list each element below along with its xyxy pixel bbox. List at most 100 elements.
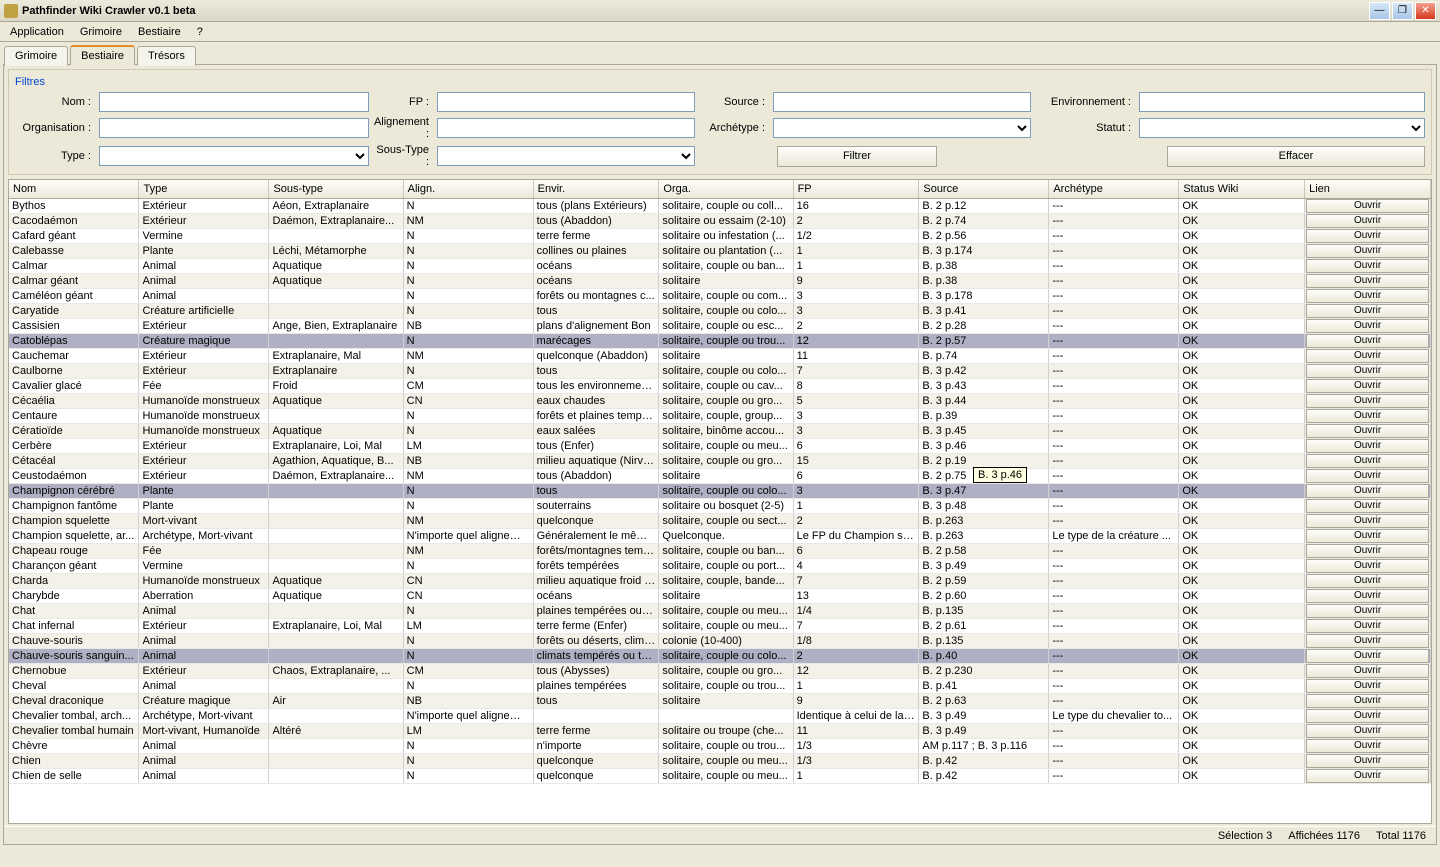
menu-help[interactable]: ? xyxy=(189,24,211,40)
table-row[interactable]: Chat infernalExtérieurExtraplanaire, Loi… xyxy=(9,618,1431,633)
ouvrir-button[interactable]: Ouvrir xyxy=(1306,454,1428,468)
ouvrir-button[interactable]: Ouvrir xyxy=(1306,574,1428,588)
ouvrir-button[interactable]: Ouvrir xyxy=(1306,499,1428,513)
table-row[interactable]: ChatAnimalNplaines tempérées ou c...soli… xyxy=(9,603,1431,618)
ouvrir-button[interactable]: Ouvrir xyxy=(1306,394,1428,408)
ouvrir-button[interactable]: Ouvrir xyxy=(1306,349,1428,363)
ouvrir-button[interactable]: Ouvrir xyxy=(1306,259,1428,273)
ouvrir-button[interactable]: Ouvrir xyxy=(1306,409,1428,423)
table-row[interactable]: Chauve-sourisAnimalNforêts ou déserts, c… xyxy=(9,633,1431,648)
menu-grimoire[interactable]: Grimoire xyxy=(72,24,130,40)
column-header[interactable]: Envir. xyxy=(533,180,659,198)
ouvrir-button[interactable]: Ouvrir xyxy=(1306,214,1428,228)
table-row[interactable]: ChernobueExtérieurChaos, Extraplanaire, … xyxy=(9,663,1431,678)
table-row[interactable]: CécaéliaHumanoïde monstrueuxAquatiqueCNe… xyxy=(9,393,1431,408)
ouvrir-button[interactable]: Ouvrir xyxy=(1306,424,1428,438)
env-input[interactable] xyxy=(1139,92,1425,112)
table-row[interactable]: CaryatideCréature artificielleNtoussolit… xyxy=(9,303,1431,318)
ouvrir-button[interactable]: Ouvrir xyxy=(1306,319,1428,333)
ouvrir-button[interactable]: Ouvrir xyxy=(1306,604,1428,618)
ouvrir-button[interactable]: Ouvrir xyxy=(1306,289,1428,303)
table-row[interactable]: Champignon fantômePlanteNsouterrainssoli… xyxy=(9,498,1431,513)
table-row[interactable]: Chien de selleAnimalNquelconquesolitaire… xyxy=(9,768,1431,783)
statut-select[interactable] xyxy=(1139,118,1425,138)
column-header[interactable]: Lien xyxy=(1305,180,1431,198)
tab-bestiaire[interactable]: Bestiaire xyxy=(70,45,135,65)
ouvrir-button[interactable]: Ouvrir xyxy=(1306,724,1428,738)
column-header[interactable]: Status Wiki xyxy=(1179,180,1305,198)
ouvrir-button[interactable]: Ouvrir xyxy=(1306,664,1428,678)
minimize-button[interactable]: — xyxy=(1369,2,1390,20)
filtrer-button[interactable]: Filtrer xyxy=(777,146,937,167)
ouvrir-button[interactable]: Ouvrir xyxy=(1306,649,1428,663)
org-input[interactable] xyxy=(99,118,369,138)
table-row[interactable]: Champignon cérébréPlanteNtoussolitaire, … xyxy=(9,483,1431,498)
table-row[interactable]: CaulborneExtérieurExtraplanaireNtoussoli… xyxy=(9,363,1431,378)
ouvrir-button[interactable]: Ouvrir xyxy=(1306,739,1428,753)
table-row[interactable]: Chevalier tombal, arch...Archétype, Mort… xyxy=(9,708,1431,723)
table-row[interactable]: CassisienExtérieurAnge, Bien, Extraplana… xyxy=(9,318,1431,333)
ouvrir-button[interactable]: Ouvrir xyxy=(1306,694,1428,708)
ouvrir-button[interactable]: Ouvrir xyxy=(1306,364,1428,378)
ouvrir-button[interactable]: Ouvrir xyxy=(1306,544,1428,558)
menu-bestiaire[interactable]: Bestiaire xyxy=(130,24,189,40)
menu-application[interactable]: Application xyxy=(2,24,72,40)
table-row[interactable]: Cafard géantVermineNterre fermesolitaire… xyxy=(9,228,1431,243)
column-header[interactable]: Orga. xyxy=(659,180,793,198)
table-row[interactable]: ChèvreAnimalNn'importesolitaire, couple … xyxy=(9,738,1431,753)
column-header[interactable]: Sous-type xyxy=(269,180,403,198)
ouvrir-button[interactable]: Ouvrir xyxy=(1306,634,1428,648)
table-row[interactable]: Cheval draconiqueCréature magiqueAirNBto… xyxy=(9,693,1431,708)
align-input[interactable] xyxy=(437,118,695,138)
ouvrir-button[interactable]: Ouvrir xyxy=(1306,304,1428,318)
table-row[interactable]: CauchemarExtérieurExtraplanaire, MalNMqu… xyxy=(9,348,1431,363)
ouvrir-button[interactable]: Ouvrir xyxy=(1306,334,1428,348)
column-header[interactable]: Source xyxy=(919,180,1049,198)
ouvrir-button[interactable]: Ouvrir xyxy=(1306,619,1428,633)
column-header[interactable]: Align. xyxy=(403,180,533,198)
tab-tresors[interactable]: Trésors xyxy=(137,46,196,66)
ouvrir-button[interactable]: Ouvrir xyxy=(1306,514,1428,528)
ouvrir-button[interactable]: Ouvrir xyxy=(1306,439,1428,453)
effacer-button[interactable]: Effacer xyxy=(1167,146,1425,167)
table-row[interactable]: ChienAnimalNquelconquesolitaire, couple … xyxy=(9,753,1431,768)
table-row[interactable]: Chauve-souris sanguin...AnimalNclimats t… xyxy=(9,648,1431,663)
table-row[interactable]: ChevalAnimalNplaines tempéréessolitaire,… xyxy=(9,678,1431,693)
ouvrir-button[interactable]: Ouvrir xyxy=(1306,274,1428,288)
table-row[interactable]: Cavalier glacéFéeFroidCMtous les environ… xyxy=(9,378,1431,393)
table-row[interactable]: Champion squeletteMort-vivantNMquelconqu… xyxy=(9,513,1431,528)
table-row[interactable]: ChardaHumanoïde monstrueuxAquatiqueCNmil… xyxy=(9,573,1431,588)
ouvrir-button[interactable]: Ouvrir xyxy=(1306,484,1428,498)
arch-select[interactable] xyxy=(773,118,1031,138)
table-row[interactable]: Caméléon géantAnimalNforêts ou montagnes… xyxy=(9,288,1431,303)
ouvrir-button[interactable]: Ouvrir xyxy=(1306,559,1428,573)
table-row[interactable]: CacodaémonExtérieurDaémon, Extraplanaire… xyxy=(9,213,1431,228)
table-row[interactable]: CentaureHumanoïde monstrueuxNforêts et p… xyxy=(9,408,1431,423)
maximize-button[interactable]: ❐ xyxy=(1392,2,1413,20)
table-row[interactable]: CalmarAnimalAquatiqueNocéanssolitaire, c… xyxy=(9,258,1431,273)
table-row[interactable]: Champion squelette, ar...Archétype, Mort… xyxy=(9,528,1431,543)
column-header[interactable]: Nom xyxy=(9,180,139,198)
table-row[interactable]: Charançon géantVermineNforêts tempéréess… xyxy=(9,558,1431,573)
ouvrir-button[interactable]: Ouvrir xyxy=(1306,379,1428,393)
column-header[interactable]: FP xyxy=(793,180,919,198)
table-row[interactable]: CératioïdeHumanoïde monstrueuxAquatiqueN… xyxy=(9,423,1431,438)
column-header[interactable]: Type xyxy=(139,180,269,198)
table-row[interactable]: CeustodaémonExtérieurDaémon, Extraplanai… xyxy=(9,468,1431,483)
table-row[interactable]: Calmar géantAnimalAquatiqueNocéanssolita… xyxy=(9,273,1431,288)
column-header[interactable]: Archétype xyxy=(1049,180,1179,198)
close-button[interactable]: ✕ xyxy=(1415,2,1436,20)
ouvrir-button[interactable]: Ouvrir xyxy=(1306,679,1428,693)
table-row[interactable]: CalebassePlanteLéchi, MétamorpheNcolline… xyxy=(9,243,1431,258)
ouvrir-button[interactable]: Ouvrir xyxy=(1306,469,1428,483)
type-select[interactable] xyxy=(99,146,369,166)
table-wrap[interactable]: NomTypeSous-typeAlign.Envir.Orga.FPSourc… xyxy=(8,179,1432,824)
ouvrir-button[interactable]: Ouvrir xyxy=(1306,529,1428,543)
fp-input[interactable] xyxy=(437,92,695,112)
ouvrir-button[interactable]: Ouvrir xyxy=(1306,769,1428,783)
table-row[interactable]: CharybdeAberrationAquatiqueCNocéanssolit… xyxy=(9,588,1431,603)
ouvrir-button[interactable]: Ouvrir xyxy=(1306,589,1428,603)
ouvrir-button[interactable]: Ouvrir xyxy=(1306,229,1428,243)
ouvrir-button[interactable]: Ouvrir xyxy=(1306,199,1428,213)
soustype-select[interactable] xyxy=(437,146,695,166)
